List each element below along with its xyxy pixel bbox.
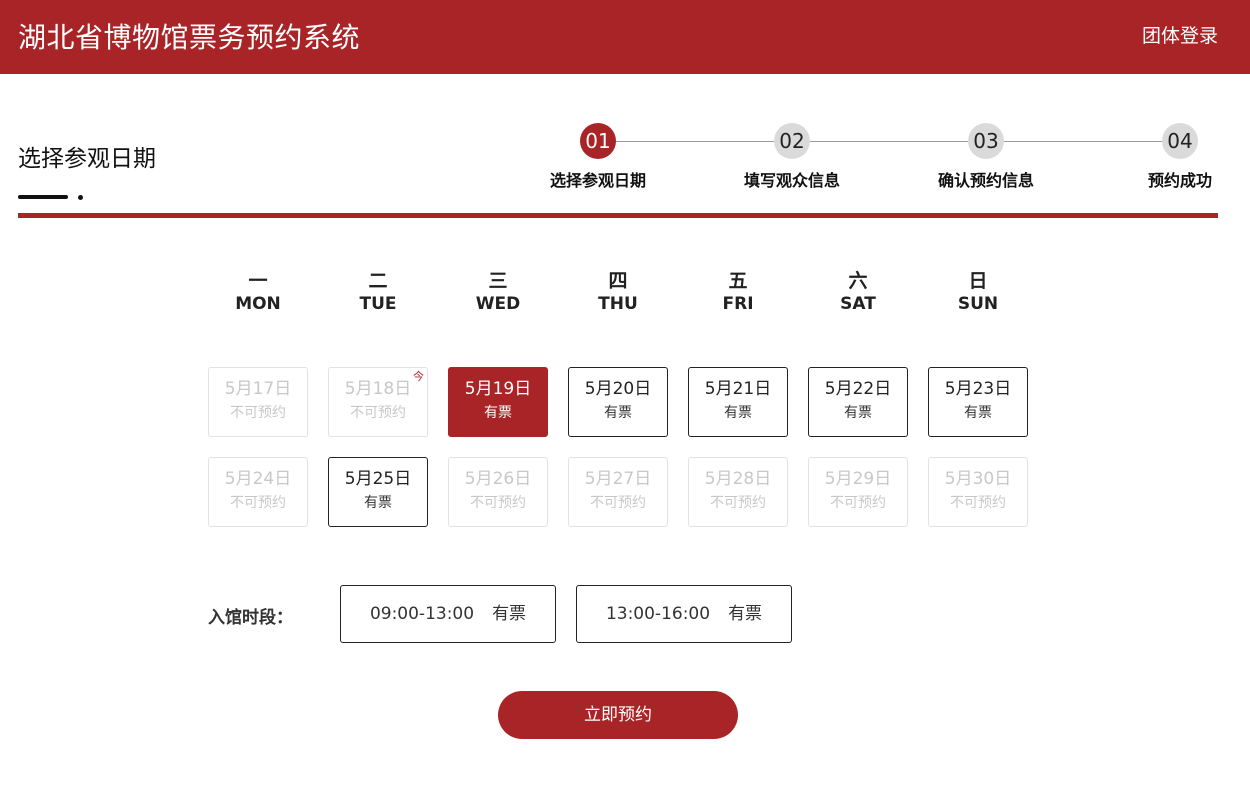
- step-label: 选择参观日期: [549, 171, 646, 190]
- step-label: 填写观众信息: [743, 171, 840, 190]
- top-header: 湖北省博物馆票务预约系统 团体登录: [0, 0, 1250, 74]
- date-cell: 5月26日 不可预约: [448, 457, 548, 527]
- date-cell-date: 5月17日: [224, 379, 292, 399]
- date-cell: 5月24日 不可预约: [208, 457, 308, 527]
- step-4: 04 预约成功: [1125, 123, 1235, 191]
- date-cell: 5月17日 不可预约: [208, 367, 308, 437]
- date-cell[interactable]: 5月22日 有票: [808, 367, 908, 437]
- reserve-now-button[interactable]: 立即预约: [498, 691, 738, 739]
- weekday-cn: 五: [728, 270, 748, 292]
- app-title: 湖北省博物馆票务预约系统: [18, 21, 361, 54]
- date-cell-date: 5月19日: [464, 379, 532, 399]
- date-cell-today: 今 5月18日 不可预约: [328, 367, 428, 437]
- date-cell: 5月29日 不可预约: [808, 457, 908, 527]
- date-cell[interactable]: 5月20日 有票: [568, 367, 668, 437]
- date-cell-status: 不可预约: [230, 405, 286, 421]
- weekday-thu: 四 THU: [568, 270, 668, 316]
- date-cell-status: 不可预约: [590, 495, 646, 511]
- weekday-en: SUN: [957, 294, 999, 314]
- date-cell-status: 有票: [604, 405, 632, 421]
- step-1: 01 选择参观日期: [543, 123, 653, 191]
- date-cell-selected[interactable]: 5月19日 有票: [448, 367, 548, 437]
- date-cell-date: 5月28日: [704, 469, 772, 489]
- section-divider: [18, 213, 1218, 218]
- date-cell[interactable]: 5月25日 有票: [328, 457, 428, 527]
- weekday-cn: 日: [968, 270, 988, 292]
- step-3: 03 确认预约信息: [931, 123, 1041, 191]
- weekday-wed: 三 WED: [448, 270, 548, 316]
- time-slot-time: 13:00-16:00: [605, 604, 711, 624]
- date-cell-status: 不可预约: [230, 495, 286, 511]
- date-cell-status: 有票: [364, 495, 392, 511]
- weekday-en: FRI: [722, 294, 754, 314]
- weekday-en: WED: [475, 294, 521, 314]
- weekday-cn: 三: [488, 270, 508, 292]
- date-cell-date: 5月30日: [944, 469, 1012, 489]
- date-cell-status: 不可预约: [350, 405, 406, 421]
- date-cell[interactable]: 5月21日 有票: [688, 367, 788, 437]
- today-badge: 今: [413, 370, 424, 383]
- step-number: 04: [1162, 123, 1198, 159]
- date-cell-status: 有票: [724, 405, 752, 421]
- date-cell-status: 有票: [844, 405, 872, 421]
- step-number: 02: [774, 123, 810, 159]
- weekday-tue: 二 TUE: [328, 270, 428, 316]
- group-login-link[interactable]: 团体登录: [1142, 21, 1218, 48]
- date-cell-date: 5月22日: [824, 379, 892, 399]
- step-2: 02 填写观众信息: [737, 123, 847, 191]
- date-cell-date: 5月25日: [344, 469, 412, 489]
- time-slot-morning[interactable]: 09:00-13:00 有票: [340, 585, 556, 643]
- date-cell-status: 不可预约: [470, 495, 526, 511]
- date-cell: 5月27日 不可预约: [568, 457, 668, 527]
- step-label: 预约成功: [1147, 171, 1212, 190]
- date-cell-status: 不可预约: [950, 495, 1006, 511]
- weekday-cn: 六: [848, 270, 868, 292]
- title-underline-dot: [78, 195, 83, 200]
- time-slot-afternoon[interactable]: 13:00-16:00 有票: [576, 585, 792, 643]
- weekday-en: SAT: [840, 294, 876, 314]
- weekday-cn: 二: [368, 270, 388, 292]
- date-cell-date: 5月26日: [464, 469, 532, 489]
- time-slot-status: 有票: [492, 604, 527, 624]
- date-cell-date: 5月20日: [584, 379, 652, 399]
- time-slot-status: 有票: [728, 604, 763, 624]
- step-label: 确认预约信息: [937, 171, 1034, 190]
- time-slot-label: 入馆时段：: [208, 608, 293, 628]
- date-cell-date: 5月29日: [824, 469, 892, 489]
- date-cell-date: 5月27日: [584, 469, 652, 489]
- step-number: 03: [968, 123, 1004, 159]
- date-cell: 5月28日 不可预约: [688, 457, 788, 527]
- weekday-en: MON: [235, 294, 281, 314]
- weekday-en: THU: [598, 294, 638, 314]
- weekday-cn: 一: [248, 270, 268, 292]
- weekday-sat: 六 SAT: [808, 270, 908, 316]
- step-number: 01: [580, 123, 616, 159]
- date-cell: 5月30日 不可预约: [928, 457, 1028, 527]
- weekday-mon: 一 MON: [208, 270, 308, 316]
- date-cell-date: 5月21日: [704, 379, 772, 399]
- date-cell-status: 有票: [484, 405, 512, 421]
- date-cell-status: 不可预约: [830, 495, 886, 511]
- date-cell[interactable]: 5月23日 有票: [928, 367, 1028, 437]
- page-title: 选择参观日期: [18, 146, 156, 172]
- time-slot-time: 09:00-13:00: [369, 604, 475, 624]
- date-cell-date: 5月23日: [944, 379, 1012, 399]
- weekday-sun: 日 SUN: [928, 270, 1028, 316]
- title-underline: [18, 195, 68, 199]
- weekday-fri: 五 FRI: [688, 270, 788, 316]
- weekday-en: TUE: [359, 294, 397, 314]
- date-cell-status: 不可预约: [710, 495, 766, 511]
- weekday-cn: 四: [608, 270, 628, 292]
- date-cell-status: 有票: [964, 405, 992, 421]
- date-cell-date: 5月24日: [224, 469, 292, 489]
